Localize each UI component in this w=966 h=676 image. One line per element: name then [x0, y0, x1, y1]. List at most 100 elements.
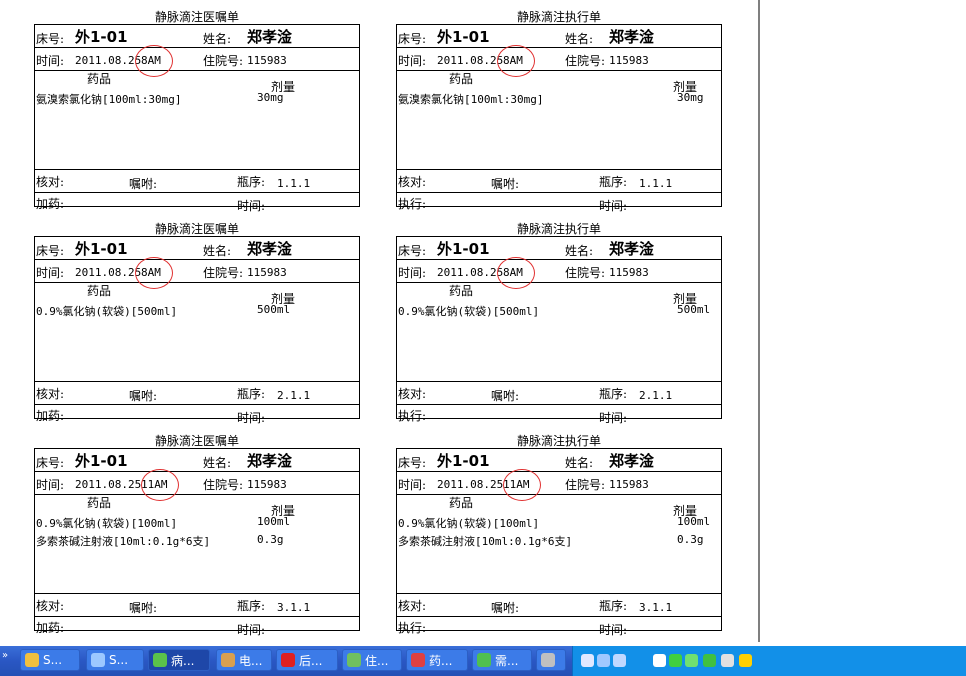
gear-icon[interactable] — [721, 654, 734, 667]
volume-icon[interactable] — [653, 654, 666, 667]
drug-dose: 30mg — [677, 91, 704, 104]
time2-label: 时间: — [237, 623, 266, 637]
monitor-icon — [91, 653, 105, 667]
admission-number: 115983 — [609, 478, 649, 491]
order-date: 2011.08.25 — [437, 478, 504, 491]
taskbar-button[interactable]: S... — [86, 649, 144, 671]
red-cross-icon — [281, 653, 295, 667]
network-icon[interactable] — [597, 654, 610, 667]
action-label: 执行: — [398, 409, 427, 423]
drug-name: 多索茶碱注射液[10ml:0.1g*6支] — [36, 535, 211, 548]
table-rule — [397, 381, 721, 382]
order-label: 嘱咐: — [129, 389, 158, 403]
computer-icon[interactable] — [613, 654, 626, 667]
keyboard-icon — [541, 653, 555, 667]
table-rule — [35, 404, 359, 405]
drug-name: 氨溴索氯化钠[100ml:30mg] — [36, 93, 182, 106]
name-label: 姓名: — [565, 244, 594, 258]
form-title: 静脉滴注医嘱单 — [154, 222, 239, 236]
taskbar-button-label: 后... — [299, 653, 323, 668]
form-title: 静脉滴注医嘱单 — [154, 10, 239, 24]
signal-icon[interactable] — [669, 654, 682, 667]
table-rule — [397, 47, 721, 48]
order-date: 2011.08.25 — [437, 54, 504, 67]
taskbar-button[interactable] — [536, 649, 566, 671]
drug-header: 药品 — [449, 284, 474, 298]
bed-number: 外1-01 — [75, 452, 128, 470]
taskbar-button[interactable]: 后... — [276, 649, 338, 671]
taskbar-button-label: 药... — [429, 653, 453, 668]
bed-number: 外1-01 — [75, 28, 128, 46]
red-ink-circle — [135, 45, 173, 77]
page-edge — [758, 0, 760, 642]
admission-number: 115983 — [247, 266, 287, 279]
table-rule — [35, 47, 359, 48]
sequence-label: 瓶序: — [237, 175, 266, 189]
drug-name: 氨溴索氯化钠[100ml:30mg] — [398, 93, 544, 106]
plus-icon[interactable] — [739, 654, 752, 667]
order-date: 2011.08.25 — [437, 266, 504, 279]
taskbar-button-label: 电... — [239, 653, 263, 668]
drug-header: 药品 — [87, 284, 112, 298]
bed-label: 床号: — [36, 32, 65, 46]
table-rule — [35, 259, 359, 260]
name-label: 姓名: — [203, 456, 232, 470]
check-label: 核对: — [398, 175, 427, 189]
table-rule — [35, 169, 359, 170]
drug-dose: 100ml — [257, 515, 291, 528]
taskbar-button[interactable]: S... — [20, 649, 80, 671]
bed-number: 外1-01 — [437, 28, 490, 46]
taskbar-button[interactable]: 电... — [216, 649, 272, 671]
taskbar-button-label: 住... — [365, 653, 389, 668]
patient-name: 郑孝淦 — [247, 28, 293, 46]
sequence-number: 3.1.1 — [639, 601, 673, 614]
bed-label: 床号: — [36, 456, 65, 470]
taskbar-button[interactable]: 药... — [406, 649, 468, 671]
bed-number: 外1-01 — [75, 240, 128, 258]
time-label: 时间: — [398, 54, 427, 68]
drug-dose: 500ml — [677, 303, 711, 316]
order-date: 2011.08.25 — [75, 54, 142, 67]
time-label: 时间: — [36, 54, 65, 68]
red-ink-circle — [141, 469, 179, 501]
time2-label: 时间: — [237, 199, 266, 213]
admission-label: 住院号: — [203, 266, 244, 280]
table-rule — [35, 192, 359, 193]
admission-label: 住院号: — [203, 478, 244, 492]
sequence-number: 2.1.1 — [277, 389, 311, 402]
red-ink-circle — [503, 469, 541, 501]
drug-name: 0.9%氯化钠(软袋)[100ml] — [398, 517, 540, 530]
taskbar-button[interactable]: 病... — [148, 649, 210, 671]
time2-label: 时间: — [237, 411, 266, 425]
table-rule — [397, 494, 721, 495]
drug-dose: 500ml — [257, 303, 291, 316]
drug-header: 药品 — [449, 496, 474, 510]
action-label: 执行: — [398, 621, 427, 635]
table-rule — [35, 616, 359, 617]
mail-icon[interactable] — [581, 654, 594, 667]
table-rule — [397, 616, 721, 617]
drug-dose: 0.3g — [677, 533, 704, 546]
admission-number: 115983 — [247, 54, 287, 67]
system-tray — [572, 646, 966, 676]
pill-icon — [411, 653, 425, 667]
pen-icon[interactable] — [685, 654, 698, 667]
time2-label: 时间: — [599, 199, 628, 213]
form-title: 静脉滴注执行单 — [516, 222, 601, 236]
time-label: 时间: — [36, 478, 65, 492]
table-rule — [397, 259, 721, 260]
person-icon — [221, 653, 235, 667]
table-rule — [397, 70, 721, 71]
order-label: 嘱咐: — [491, 601, 520, 615]
sequence-label: 瓶序: — [599, 175, 628, 189]
taskbar-button[interactable]: 需... — [472, 649, 532, 671]
table-rule — [397, 404, 721, 405]
taskbar-grip[interactable]: » — [2, 650, 8, 661]
action-label: 加药: — [36, 197, 65, 211]
bed-number: 外1-01 — [437, 240, 490, 258]
shield-icon[interactable] — [703, 654, 716, 667]
check-label: 核对: — [36, 387, 65, 401]
admission-label: 住院号: — [565, 478, 606, 492]
admission-number: 115983 — [609, 54, 649, 67]
taskbar-button[interactable]: 住... — [342, 649, 402, 671]
